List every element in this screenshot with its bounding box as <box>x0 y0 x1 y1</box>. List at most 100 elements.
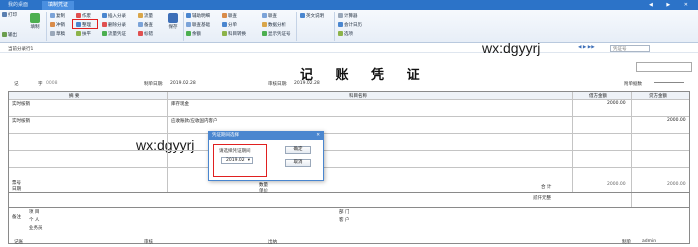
person-label: 个 人 <box>29 218 40 223</box>
account-convert-button[interactable]: 科目转换 <box>222 31 246 38</box>
row1-account[interactable]: 库存现金 <box>171 101 189 107</box>
row1-debit[interactable]: 2000.00 <box>607 101 626 106</box>
remark-label: 备注 <box>12 215 21 220</box>
memo-button[interactable]: 备查 <box>138 22 153 29</box>
detail-icon <box>186 13 191 18</box>
aux-detail-button[interactable]: 辅助明细 <box>186 13 210 20</box>
insert-icon <box>102 13 107 18</box>
nav-arrows[interactable]: ◀ ▶ ▶▶ <box>578 45 595 50</box>
link-query-button[interactable]: 联查 <box>222 13 237 20</box>
period-select[interactable]: 2019.02 ▾ <box>221 157 253 164</box>
split-icon <box>222 22 227 27</box>
draft-button[interactable]: 草稿 <box>50 31 65 38</box>
row2-credit[interactable]: 2000.00 <box>667 118 686 123</box>
header-debit: 借方金额 <box>589 94 607 99</box>
export-icon <box>2 32 7 37</box>
ok-button[interactable]: 确定 <box>285 146 311 154</box>
void-icon <box>76 13 81 18</box>
printer-icon <box>2 12 7 17</box>
flag-icon <box>138 31 143 36</box>
memo-icon <box>138 22 143 27</box>
reverse-icon <box>50 22 55 27</box>
balance-button[interactable]: 余额 <box>186 31 201 38</box>
attachments-field[interactable] <box>654 82 684 83</box>
dept-label: 部 门 <box>339 210 350 215</box>
dialog-title: 凭证期间选择 <box>212 133 239 138</box>
row2-account[interactable]: 应收账款/应收国内客户 <box>171 118 218 124</box>
link-query2-button[interactable]: 联查 <box>262 13 277 20</box>
cancel-button[interactable]: 取消 <box>285 159 311 167</box>
delete-icon <box>102 22 107 27</box>
ticket-date-label: 日期 <box>12 187 21 192</box>
calendar-icon <box>338 22 343 27</box>
business-label: 业务员 <box>29 226 43 231</box>
close-icon[interactable]: ✕ <box>316 132 320 140</box>
english-desc-button[interactable]: 英文说明 <box>300 13 324 20</box>
query-basic-button[interactable]: 联查基础 <box>186 22 210 29</box>
audit-date: 2019.02.28 <box>294 81 320 86</box>
window-controls[interactable]: ◀ ▶ ✕ <box>649 2 694 8</box>
link2-icon <box>262 13 267 18</box>
flow-list-icon <box>138 13 143 18</box>
calculator-button[interactable]: 计算器 <box>338 13 358 20</box>
add-icon <box>30 13 40 23</box>
delete-entry-button[interactable]: 删除分录 <box>102 22 126 29</box>
calendar-button[interactable]: 会计日历 <box>338 22 362 29</box>
header-account: 科目名称 <box>349 94 367 99</box>
analysis-icon <box>262 22 267 27</box>
total-debit: 2000.00 <box>607 182 626 187</box>
number-label: 字 <box>38 82 43 87</box>
tab-my-desktop[interactable]: 我的桌面 <box>2 1 34 10</box>
status-subbar: 当前分录行1 ◀ ▶ ▶▶ <box>0 44 698 53</box>
row1-summary[interactable]: 实时核销 <box>12 101 30 107</box>
period-select-dialog: 凭证期间选择 ✕ 请选择凭证期间 2019.02 ▾ 确定 取消 <box>208 131 324 181</box>
voucher-type[interactable]: 记 <box>14 81 19 87</box>
tab-fill-voucher[interactable]: 填制凭证 <box>42 1 75 10</box>
draft-icon <box>50 31 55 36</box>
audit-date-label: 审核日期: <box>268 82 288 87</box>
arrange-highlight <box>72 19 98 29</box>
show-voucher-no-button[interactable]: 显示凭证号 <box>262 31 291 38</box>
split-button[interactable]: 分单 <box>222 22 237 29</box>
signature-footer: 记账 审核 出纳 制单 admin <box>0 236 698 247</box>
attachments-label: 附单据数 <box>624 82 642 87</box>
row2-summary[interactable]: 实时核销 <box>12 118 30 124</box>
maker-name: admin <box>642 239 657 244</box>
customer-label: 客 户 <box>339 218 350 223</box>
period-value: 2019.02 <box>226 158 245 163</box>
dialog-title-bar: 凭证期间选择 ✕ <box>209 132 323 140</box>
flow-voucher-button[interactable]: 流量凭证 <box>102 31 126 38</box>
mark-error-button[interactable]: 标错 <box>138 31 153 38</box>
ribbon-toolbar: 打印 输出 填制 复制 冲销 草稿 作废 整理 扶平 插入分录 删除分录 流量凭… <box>0 10 698 43</box>
balance-icon <box>186 31 191 36</box>
data-analysis-button[interactable]: 数据分析 <box>262 22 286 29</box>
flow-button[interactable]: 流量 <box>138 13 153 20</box>
voucher-search-input[interactable] <box>610 45 650 52</box>
date-label: 制单日期: <box>144 82 164 87</box>
options-button[interactable]: 选项 <box>338 31 353 38</box>
reverse-button[interactable]: 冲销 <box>50 22 65 29</box>
voucher-box <box>636 62 692 72</box>
watermark-top: wx:dgyyrj <box>482 40 541 56</box>
fill-button[interactable]: 填制 <box>28 13 42 30</box>
insert-entry-button[interactable]: 插入分录 <box>102 13 126 20</box>
capital-amount: 贰仟元整 <box>533 196 551 201</box>
total-credit: 2000.00 <box>667 182 686 187</box>
header-summary: 摘 要 <box>69 94 80 99</box>
voucher-number[interactable]: 0008 <box>46 81 57 86</box>
copy-icon <box>50 13 55 18</box>
export-button[interactable]: 输出 <box>2 32 17 39</box>
save-button[interactable]: 保存 <box>166 13 180 30</box>
copy-button[interactable]: 复制 <box>50 13 65 20</box>
convert-icon <box>222 31 227 36</box>
flatten-button[interactable]: 扶平 <box>76 31 91 38</box>
cashier-label: 出纳 <box>268 240 277 245</box>
current-entry-label: 当前分录行1 <box>8 47 34 52</box>
options-icon <box>338 31 343 36</box>
save-icon <box>168 13 178 23</box>
chevron-down-icon: ▾ <box>247 158 250 163</box>
print-button[interactable]: 打印 <box>2 12 17 19</box>
unit-price-label: 单价 <box>259 189 268 194</box>
flow-icon <box>102 31 107 36</box>
voucher-date[interactable]: 2019.02.28 <box>170 81 196 86</box>
